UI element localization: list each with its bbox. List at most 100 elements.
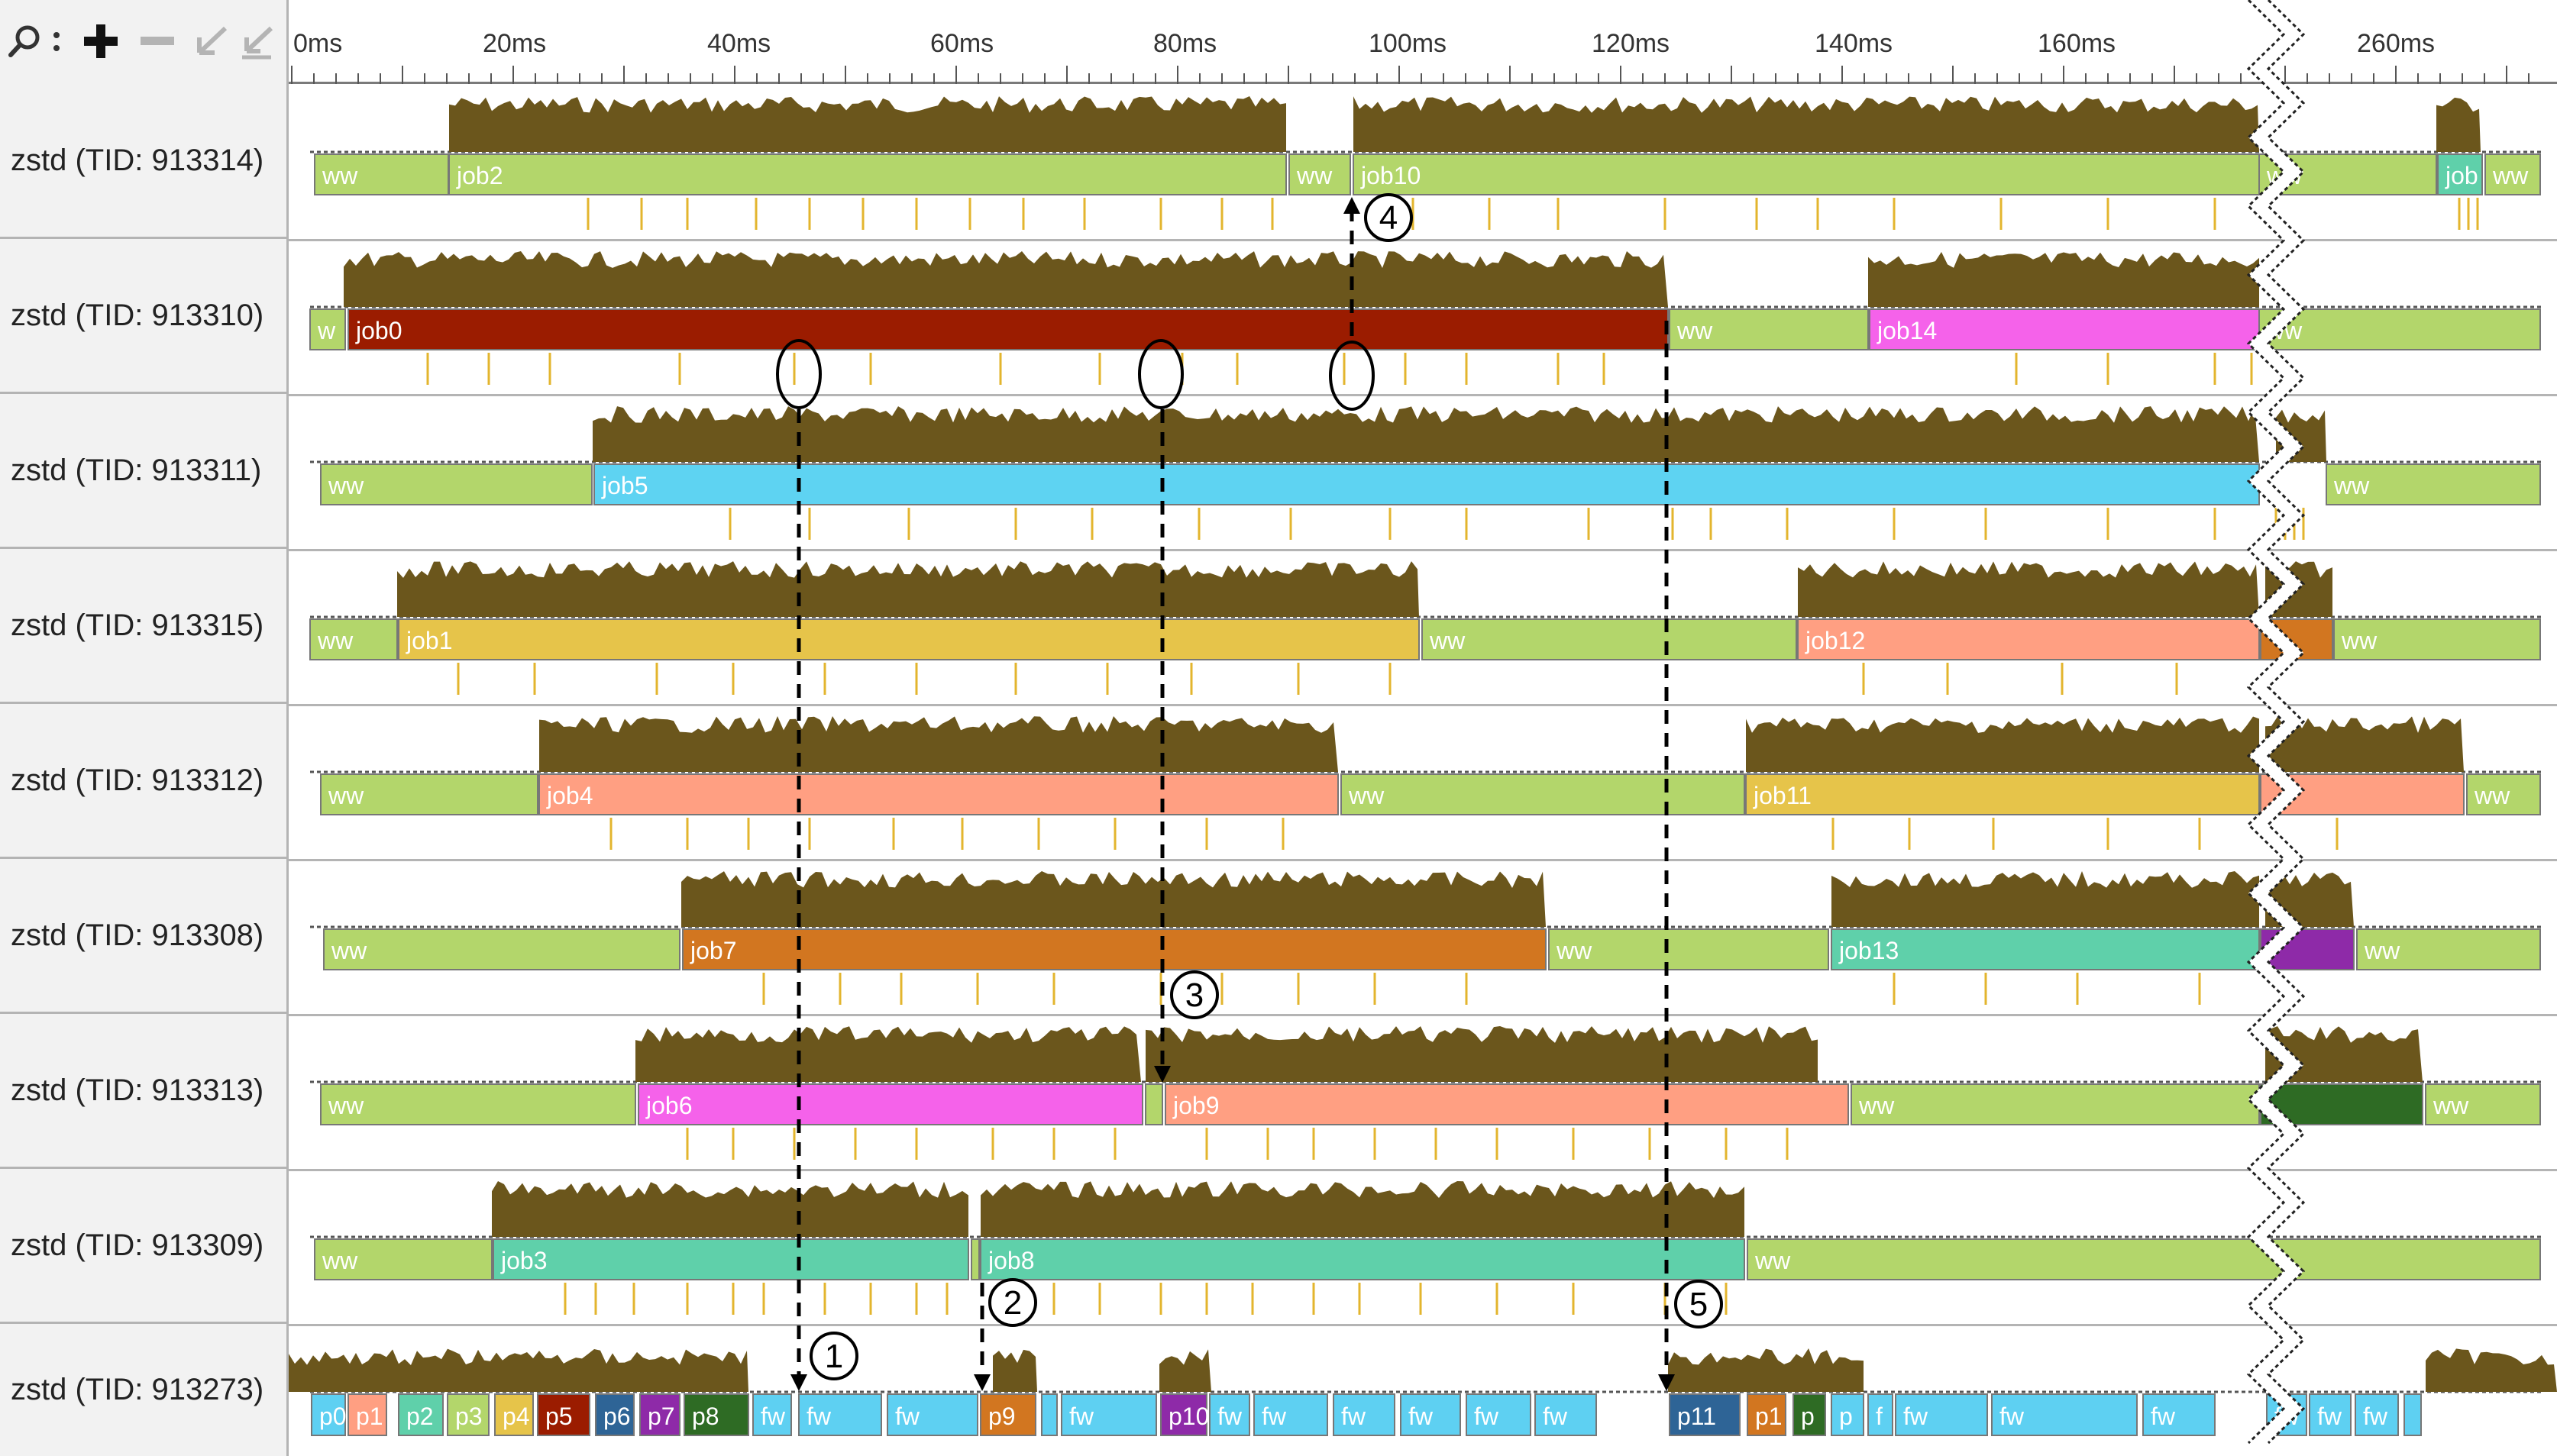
span-bar[interactable] [638, 1083, 1143, 1125]
span-bar[interactable] [348, 308, 1669, 350]
span-segment[interactable]: p3 [447, 1393, 490, 1436]
span-segment[interactable]: ww [309, 618, 398, 660]
span-bar[interactable] [1797, 618, 2260, 660]
span-segment[interactable]: job12 [1797, 618, 2260, 660]
span-segment[interactable]: fw [1400, 1393, 1461, 1436]
span-segment[interactable]: p2 [398, 1393, 444, 1436]
span-segment[interactable]: job3 [493, 1238, 969, 1280]
span-segment[interactable]: ww [323, 928, 680, 970]
span-bar[interactable] [538, 773, 1339, 815]
span-segment[interactable]: job11 [1745, 773, 2260, 815]
span-segment[interactable]: ww [2258, 308, 2541, 350]
span-segment[interactable]: ww [314, 153, 449, 195]
span-segment[interactable]: fw [1534, 1393, 1597, 1436]
span-segment[interactable]: ww [1747, 1238, 2541, 1280]
span-segment[interactable] [971, 1238, 980, 1280]
timeline-canvas[interactable]: wwjob2wwjob10wwjobwwwjob0wwjob14wwwwjob5… [0, 0, 2557, 1456]
span-segment[interactable]: p6 [595, 1393, 635, 1436]
span-segment[interactable]: p10 [1160, 1393, 1209, 1436]
span-segment[interactable]: f [1867, 1393, 1893, 1436]
span-segment[interactable]: ww [314, 1238, 493, 1280]
span-segment[interactable]: p9 [980, 1393, 1036, 1436]
span-bar[interactable] [1145, 1083, 1163, 1125]
span-segment[interactable]: p4 [494, 1393, 534, 1436]
span-segment[interactable]: fw [2355, 1393, 2399, 1436]
span-segment[interactable] [1041, 1393, 1058, 1436]
span-segment[interactable]: p0 [311, 1393, 347, 1436]
span-bar[interactable] [320, 1083, 636, 1125]
span-bar[interactable] [1421, 618, 1797, 660]
span-segment[interactable]: ww [1669, 308, 1869, 350]
span-segment[interactable]: job9 [1165, 1083, 1849, 1125]
span-segment[interactable]: job0 [348, 308, 1669, 350]
span-segment[interactable]: p8 [684, 1393, 749, 1436]
span-segment[interactable]: ww [2326, 463, 2541, 505]
span-segment[interactable]: job10 [1353, 153, 2260, 195]
span-segment[interactable]: ww [1288, 153, 1351, 195]
span-segment[interactable]: p1 [1747, 1393, 1786, 1436]
trace-viewer: 0ms 20ms 40ms 60ms 80ms 100ms 120ms 140m… [0, 0, 2557, 1456]
span-segment[interactable]: p1 [348, 1393, 387, 1436]
span-segment[interactable]: fw [2309, 1393, 2352, 1436]
span-segment[interactable]: fw [752, 1393, 792, 1436]
span-segment[interactable]: ww [1851, 1083, 2260, 1125]
span-label: ww [317, 627, 354, 654]
span-bar[interactable] [398, 618, 1420, 660]
span-segment[interactable]: p11 [1669, 1393, 1741, 1436]
span-segment[interactable]: fw [1253, 1393, 1328, 1436]
span-segment[interactable]: fw [1061, 1393, 1157, 1436]
span-segment[interactable]: ww [1548, 928, 1829, 970]
span-bar[interactable] [1165, 1083, 1849, 1125]
span-segment[interactable]: job5 [593, 463, 2260, 505]
span-segment[interactable]: ww [320, 773, 538, 815]
span-segment[interactable]: w [309, 308, 346, 350]
span-segment[interactable]: p7 [639, 1393, 680, 1436]
span-segment[interactable]: fw [1209, 1393, 1250, 1436]
span-segment[interactable]: job4 [538, 773, 1339, 815]
span-segment[interactable]: ww [2425, 1083, 2541, 1125]
span-bar[interactable] [980, 1238, 1745, 1280]
span-segment[interactable]: job7 [682, 928, 1547, 970]
span-segment[interactable]: ww [2356, 928, 2541, 970]
span-segment[interactable]: fw [1333, 1393, 1395, 1436]
span-segment[interactable]: job8 [980, 1238, 1745, 1280]
span-bar[interactable] [1745, 773, 2260, 815]
span-bar[interactable] [1041, 1393, 1058, 1436]
span-bar[interactable] [2403, 1393, 2422, 1436]
span-bar[interactable] [323, 928, 680, 970]
span-segment[interactable]: job2 [448, 153, 1287, 195]
span-bar[interactable] [1851, 1083, 2260, 1125]
span-segment[interactable]: ww [320, 1083, 636, 1125]
span-segment[interactable]: job14 [1869, 308, 2260, 350]
span-bar[interactable] [682, 928, 1547, 970]
span-segment[interactable]: p5 [537, 1393, 590, 1436]
span-bar[interactable] [593, 463, 2260, 505]
span-segment[interactable]: ww [2484, 153, 2541, 195]
span-segment[interactable] [1145, 1083, 1163, 1125]
span-segment[interactable]: fw [887, 1393, 978, 1436]
span-segment[interactable]: fw [2142, 1393, 2216, 1436]
span-segment[interactable]: job1 [398, 618, 1420, 660]
span-segment[interactable]: ww [1340, 773, 1745, 815]
span-segment[interactable]: fw [1466, 1393, 1531, 1436]
span-segment[interactable]: job13 [1831, 928, 2260, 970]
span-bar[interactable] [971, 1238, 980, 1280]
span-bar[interactable] [1353, 153, 2260, 195]
span-segment[interactable]: p [1831, 1393, 1864, 1436]
span-segment[interactable]: fw [1895, 1393, 1988, 1436]
span-segment[interactable]: fw [1991, 1393, 2138, 1436]
span-segment[interactable]: ww [2333, 618, 2541, 660]
span-segment[interactable] [2403, 1393, 2422, 1436]
span-segment[interactable]: fw [798, 1393, 882, 1436]
span-segment[interactable]: p [1792, 1393, 1826, 1436]
span-bar[interactable] [1340, 773, 1745, 815]
span-segment[interactable]: job6 [638, 1083, 1143, 1125]
span-segment[interactable]: ww [1421, 618, 1797, 660]
span-label: fw [1543, 1403, 1568, 1430]
span-segment[interactable]: ww [320, 463, 593, 505]
span-segment[interactable]: ww [2466, 773, 2541, 815]
span-segment[interactable]: job [2437, 153, 2483, 195]
span-bar[interactable] [493, 1238, 969, 1280]
span-bar[interactable] [1747, 1238, 2541, 1280]
span-bar[interactable] [448, 153, 1287, 195]
